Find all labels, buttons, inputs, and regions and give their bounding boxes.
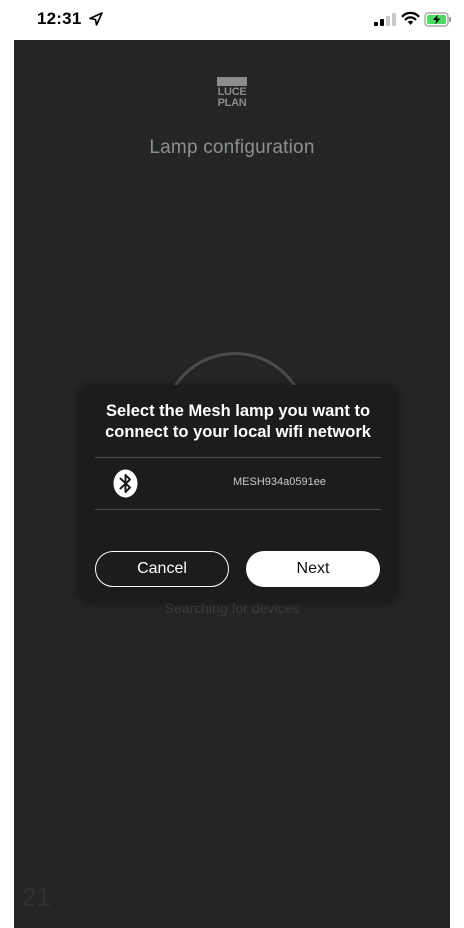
logo-text-line2: PLAN (217, 97, 247, 109)
app-screen: LUCE PLAN Lamp configuration Searching f… (14, 40, 450, 928)
divider-bottom (95, 509, 381, 510)
location-arrow-icon (89, 12, 103, 26)
page-title: Lamp configuration (149, 137, 315, 158)
cancel-button[interactable]: Cancel (95, 551, 229, 587)
cellular-signal-icon (374, 13, 396, 26)
luceplan-logo: LUCE PLAN (217, 77, 247, 109)
select-lamp-dialog: Select the Mesh lamp you want to connect… (78, 385, 398, 603)
next-button[interactable]: Next (246, 551, 380, 587)
device-list-item[interactable]: MESH934a0591ee (95, 458, 381, 510)
logo-bar (217, 77, 247, 86)
wifi-icon (401, 11, 420, 25)
bluetooth-icon (113, 469, 138, 498)
dialog-title-line2: connect to your local wifi network (105, 423, 371, 441)
battery-charging-icon (424, 12, 451, 27)
status-time: 12:31 (37, 9, 82, 28)
status-bar: 12:31 (0, 0, 464, 40)
dialog-title-line1: Select the Mesh lamp you want to (105, 402, 371, 420)
page-number: 21 (22, 882, 51, 912)
logo-text-line1: LUCE (217, 86, 247, 98)
dialog-title: Select the Mesh lamp you want to connect… (78, 401, 398, 443)
device-name: MESH934a0591ee (233, 476, 326, 488)
